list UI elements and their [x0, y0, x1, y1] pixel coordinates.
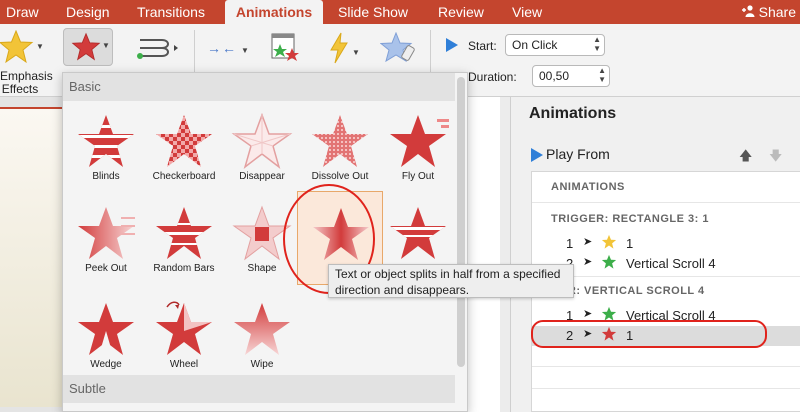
- animation-painter-button[interactable]: [379, 31, 416, 69]
- star-brush-icon: [379, 31, 415, 63]
- exit-dropdown-arrow-icon: ▼: [102, 41, 110, 50]
- trigger-header-rectangle: TRIGGER: RECTANGLE 3: 1: [551, 213, 709, 225]
- yellow-star-icon: [601, 234, 617, 253]
- add-person-icon: [741, 0, 759, 24]
- slide-canvas[interactable]: [465, 97, 500, 412]
- effect-wipe[interactable]: Wipe: [219, 295, 305, 381]
- tab-draw[interactable]: Draw: [6, 0, 39, 24]
- star-icon: [234, 303, 290, 355]
- start-label: Start:: [468, 39, 497, 53]
- highlight-annotation-row: [531, 320, 767, 348]
- list-header: ANIMATIONS: [551, 181, 625, 193]
- effect-wheel[interactable]: Wheel: [141, 295, 227, 381]
- effect-tooltip: Text or object splits in half from a spe…: [328, 264, 574, 298]
- animations-pane: Animations Play From 🡅 🡇 ANIMATIONS TRIG…: [510, 97, 800, 412]
- motion-path-icon: [137, 39, 178, 59]
- converge-arrows-icon: →←: [207, 40, 237, 56]
- cursor-icon: ➤: [583, 308, 593, 320]
- updown-arrows-icon: ▲ ▼: [593, 35, 601, 53]
- animation-pane-icon: [271, 33, 299, 61]
- effect-dissolve-out[interactable]: Dissolve Out: [297, 107, 383, 193]
- updown-arrows-icon: ▲ ▼: [598, 66, 606, 84]
- tab-view[interactable]: View: [512, 0, 542, 24]
- effect-label: Blinds: [92, 171, 120, 182]
- move-down-arrow-icon[interactable]: 🡇: [769, 147, 782, 169]
- start-value: On Click: [512, 38, 558, 52]
- effect-label: Peek Out: [85, 263, 127, 274]
- animations-pane-title: Animations: [529, 105, 617, 122]
- star-icon: [78, 303, 134, 355]
- play-from-button[interactable]: Play From: [546, 146, 610, 162]
- effect-fly-out[interactable]: Fly Out: [375, 107, 461, 193]
- star-icon: [390, 207, 446, 259]
- star-icon: [231, 113, 293, 169]
- effect-label: Checkerboard: [152, 171, 216, 182]
- start-select[interactable]: On Click ▲ ▼: [505, 34, 605, 56]
- tab-animations[interactable]: Animations: [225, 0, 323, 24]
- effect-label: Wheel: [169, 359, 199, 370]
- star-icon: [312, 115, 368, 167]
- tab-review[interactable]: Review: [438, 0, 484, 24]
- effect-wedge[interactable]: Wedge: [63, 295, 149, 381]
- exit-effects-button[interactable]: ▼: [63, 28, 113, 66]
- trigger-header-vertical-scroll: GER: VERTICAL SCROLL 4: [551, 285, 705, 297]
- tab-design[interactable]: Design: [66, 0, 110, 24]
- animation-pane-button[interactable]: [270, 32, 300, 69]
- slide-thumbnail[interactable]: [0, 107, 70, 407]
- effect-label: Fly Out: [401, 171, 435, 182]
- effect-options-button[interactable]: →← ▼: [207, 40, 250, 56]
- star-icon: [156, 207, 212, 259]
- emphasis-effects-label: Emphasis Effects: [0, 69, 53, 96]
- star-icon: [156, 301, 212, 355]
- star-icon: [78, 115, 134, 167]
- emphasis-effects-button[interactable]: [0, 29, 34, 69]
- duration-label: Duration:: [468, 70, 517, 84]
- star-icon: [390, 115, 449, 167]
- effect-blinds[interactable]: Blinds: [63, 107, 149, 193]
- play-from-icon: [531, 148, 543, 162]
- row-name: 1: [626, 236, 634, 251]
- duration-value: 00,50: [539, 69, 570, 83]
- effect-label: Wipe: [250, 359, 274, 370]
- effect-label: Random Bars: [153, 263, 215, 274]
- effect-label: Disappear: [239, 171, 285, 182]
- star-icon: [156, 115, 212, 167]
- effect-label: Wedge: [90, 359, 122, 370]
- trigger-button[interactable]: [328, 32, 350, 69]
- divider: [532, 388, 800, 389]
- cursor-icon: ➤: [583, 236, 593, 248]
- share-button[interactable]: Share: [741, 0, 796, 24]
- lightning-icon: [330, 32, 348, 64]
- cursor-icon: ➤: [583, 256, 593, 268]
- duration-stepper[interactable]: 00,50 ▲ ▼: [532, 65, 610, 87]
- tab-transitions[interactable]: Transitions: [137, 0, 205, 24]
- effect-label: Dissolve Out: [311, 171, 369, 182]
- move-up-arrow-icon[interactable]: 🡅: [739, 147, 752, 169]
- green-star-icon: [601, 254, 617, 273]
- section-basic: Basic: [63, 73, 455, 101]
- motion-paths-button[interactable]: [136, 36, 178, 65]
- exit-effects-gallery: Basic Subtle Blinds Checkerboard Disappe…: [62, 72, 468, 412]
- row-name: Vertical Scroll 4: [626, 256, 716, 271]
- emphasis-dropdown-arrow-icon[interactable]: ▼: [36, 42, 44, 51]
- effect-disappear[interactable]: Disappear: [219, 107, 305, 193]
- animation-row[interactable]: 1 ➤ 1: [532, 234, 800, 254]
- divider: [532, 366, 800, 367]
- effect-peek-out[interactable]: Peek Out: [63, 199, 149, 285]
- red-star-icon: [71, 32, 101, 61]
- trigger-dropdown-arrow-icon[interactable]: ▼: [352, 48, 360, 57]
- share-label: Share: [758, 4, 796, 20]
- yellow-star-icon: [0, 29, 34, 64]
- divider: [532, 202, 800, 203]
- row-number: 1: [566, 236, 574, 251]
- effect-checkerboard[interactable]: Checkerboard: [141, 107, 227, 193]
- ribbon-tab-bar: Draw Design Transitions Animations Slide…: [0, 0, 800, 24]
- play-icon: [446, 38, 458, 52]
- effect-random-bars[interactable]: Random Bars: [141, 199, 227, 285]
- star-icon: [78, 207, 135, 259]
- tab-slide-show[interactable]: Slide Show: [338, 0, 408, 24]
